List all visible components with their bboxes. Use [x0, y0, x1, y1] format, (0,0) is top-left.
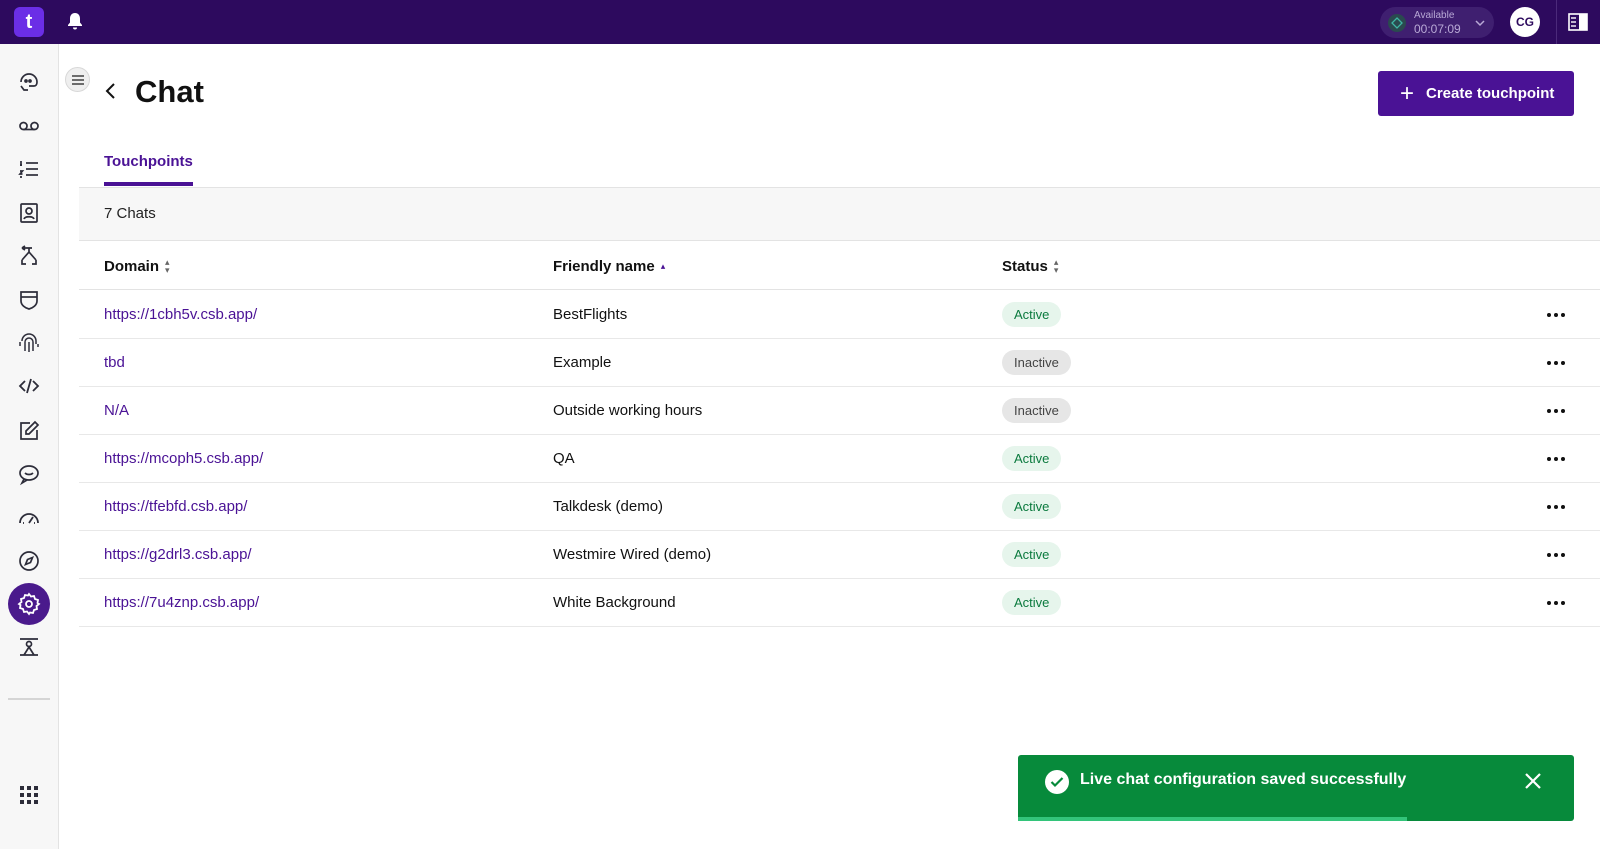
friendly-name: Talkdesk (demo) [553, 498, 664, 515]
more-options-icon[interactable] [1544, 545, 1568, 565]
settings-icon[interactable] [8, 583, 50, 625]
chat-icon[interactable] [8, 453, 50, 495]
domain-link[interactable]: N/A [104, 402, 129, 419]
create-touchpoint-label: Create touchpoint [1426, 85, 1555, 102]
status-badge: Inactive [1002, 398, 1071, 423]
column-header-domain-label: Domain [104, 258, 160, 275]
friendly-name: Example [553, 354, 612, 371]
table-row[interactable]: https://tfebfd.csb.app/ Talkdesk (demo) … [79, 483, 1600, 531]
domain-link[interactable]: https://1cbh5v.csb.app/ [104, 306, 257, 323]
more-options-icon[interactable] [1544, 497, 1568, 517]
column-header-status-label: Status [1002, 258, 1048, 275]
table-row[interactable]: https://mcoph5.csb.app/ QA Active [79, 435, 1600, 483]
status-badge: Active [1002, 590, 1062, 615]
table-header: Domain ▴ ▾ Friendly name ▴ Status ▴ ▾ [79, 242, 1600, 290]
more-options-icon[interactable] [1544, 401, 1568, 421]
column-header-friendly-name[interactable]: Friendly name ▴ [553, 258, 665, 275]
more-options-icon[interactable] [1544, 449, 1568, 469]
sidebar-divider [8, 698, 50, 700]
agent-status-selector[interactable]: Available 00:07:09 [1380, 7, 1494, 38]
topbar-divider [1556, 0, 1557, 44]
voicemail-icon[interactable] [8, 105, 50, 147]
domain-link[interactable]: https://mcoph5.csb.app/ [104, 450, 263, 467]
code-icon[interactable] [8, 365, 50, 407]
table-row[interactable]: https://1cbh5v.csb.app/ BestFlights Acti… [79, 291, 1600, 339]
more-options-icon[interactable] [1544, 305, 1568, 325]
avatar[interactable]: CG [1510, 7, 1540, 37]
back-arrow-icon[interactable] [104, 81, 118, 106]
status-badge: Active [1002, 446, 1062, 471]
chevron-down-icon [1474, 16, 1486, 34]
status-label: Available [1414, 9, 1455, 21]
status-diamond-icon [1388, 13, 1406, 32]
sort-ascending-icon: ▴ [660, 260, 666, 271]
count-bar: 7 Chats [79, 188, 1600, 241]
main-content: Chat + Create touchpoint Touchpoints 7 C… [79, 44, 1600, 849]
apps-grid-icon[interactable] [8, 774, 50, 816]
fingerprint-icon[interactable] [8, 322, 50, 364]
sort-icon: ▴ ▾ [1053, 257, 1059, 275]
check-circle-icon [1045, 770, 1069, 794]
bell-icon[interactable] [66, 12, 84, 37]
chat-count: 7 Chats [104, 205, 156, 222]
status-badge: Active [1002, 302, 1062, 327]
page-title: Chat [135, 74, 204, 109]
app-logo[interactable]: t [14, 7, 44, 37]
shield-icon[interactable] [8, 279, 50, 321]
dashboard-icon[interactable] [8, 496, 50, 538]
table-row[interactable]: N/A Outside working hours Inactive [79, 387, 1600, 435]
plus-icon: + [1400, 79, 1415, 107]
friendly-name: Westmire Wired (demo) [553, 546, 712, 563]
friendly-name: QA [553, 450, 575, 467]
sidebar [0, 44, 59, 849]
table-row[interactable]: tbd Example Inactive [79, 339, 1600, 387]
compass-icon[interactable] [8, 540, 50, 582]
friendly-name: White Background [553, 594, 676, 611]
status-timer: 00:07:09 [1414, 21, 1461, 36]
conversations-icon[interactable] [8, 61, 50, 103]
side-panel-icon[interactable] [1568, 13, 1588, 36]
sort-icon: ▴ ▾ [165, 257, 170, 275]
top-bar: t Available 00:07:09 CG [0, 0, 1600, 44]
routing-icon[interactable] [8, 235, 50, 277]
friendly-name: Outside working hours [553, 402, 703, 419]
close-icon[interactable] [1524, 772, 1542, 795]
status-badge: Active [1002, 494, 1062, 519]
create-touchpoint-button[interactable]: + Create touchpoint [1378, 71, 1574, 116]
column-header-status[interactable]: Status ▴ ▾ [1002, 258, 1058, 275]
more-options-icon[interactable] [1544, 593, 1568, 613]
table-row[interactable]: https://7u4znp.csb.app/ White Background… [79, 579, 1600, 627]
toast-progress-bar [1018, 817, 1408, 821]
network-icon[interactable] [8, 626, 50, 668]
domain-link[interactable]: https://tfebfd.csb.app/ [104, 498, 247, 515]
contacts-icon[interactable] [8, 192, 50, 234]
domain-link[interactable]: https://g2drl3.csb.app/ [104, 546, 252, 563]
list-icon[interactable] [8, 148, 50, 190]
table-row[interactable]: https://g2drl3.csb.app/ Westmire Wired (… [79, 531, 1600, 579]
domain-link[interactable]: https://7u4znp.csb.app/ [104, 594, 259, 611]
more-options-icon[interactable] [1544, 353, 1568, 373]
logo-text: t [25, 10, 33, 33]
friendly-name: BestFlights [553, 306, 628, 323]
domain-link[interactable]: tbd [104, 354, 125, 371]
status-badge: Inactive [1002, 350, 1071, 375]
tab-touchpoints[interactable]: Touchpoints [104, 153, 193, 186]
success-toast: Live chat configuration saved successful… [1018, 755, 1574, 821]
edit-icon[interactable] [8, 410, 50, 452]
column-header-friendly-name-label: Friendly name [553, 258, 655, 275]
toast-message: Live chat configuration saved successful… [1080, 771, 1407, 788]
status-badge: Active [1002, 542, 1062, 567]
column-header-domain[interactable]: Domain ▴ ▾ [104, 258, 170, 275]
